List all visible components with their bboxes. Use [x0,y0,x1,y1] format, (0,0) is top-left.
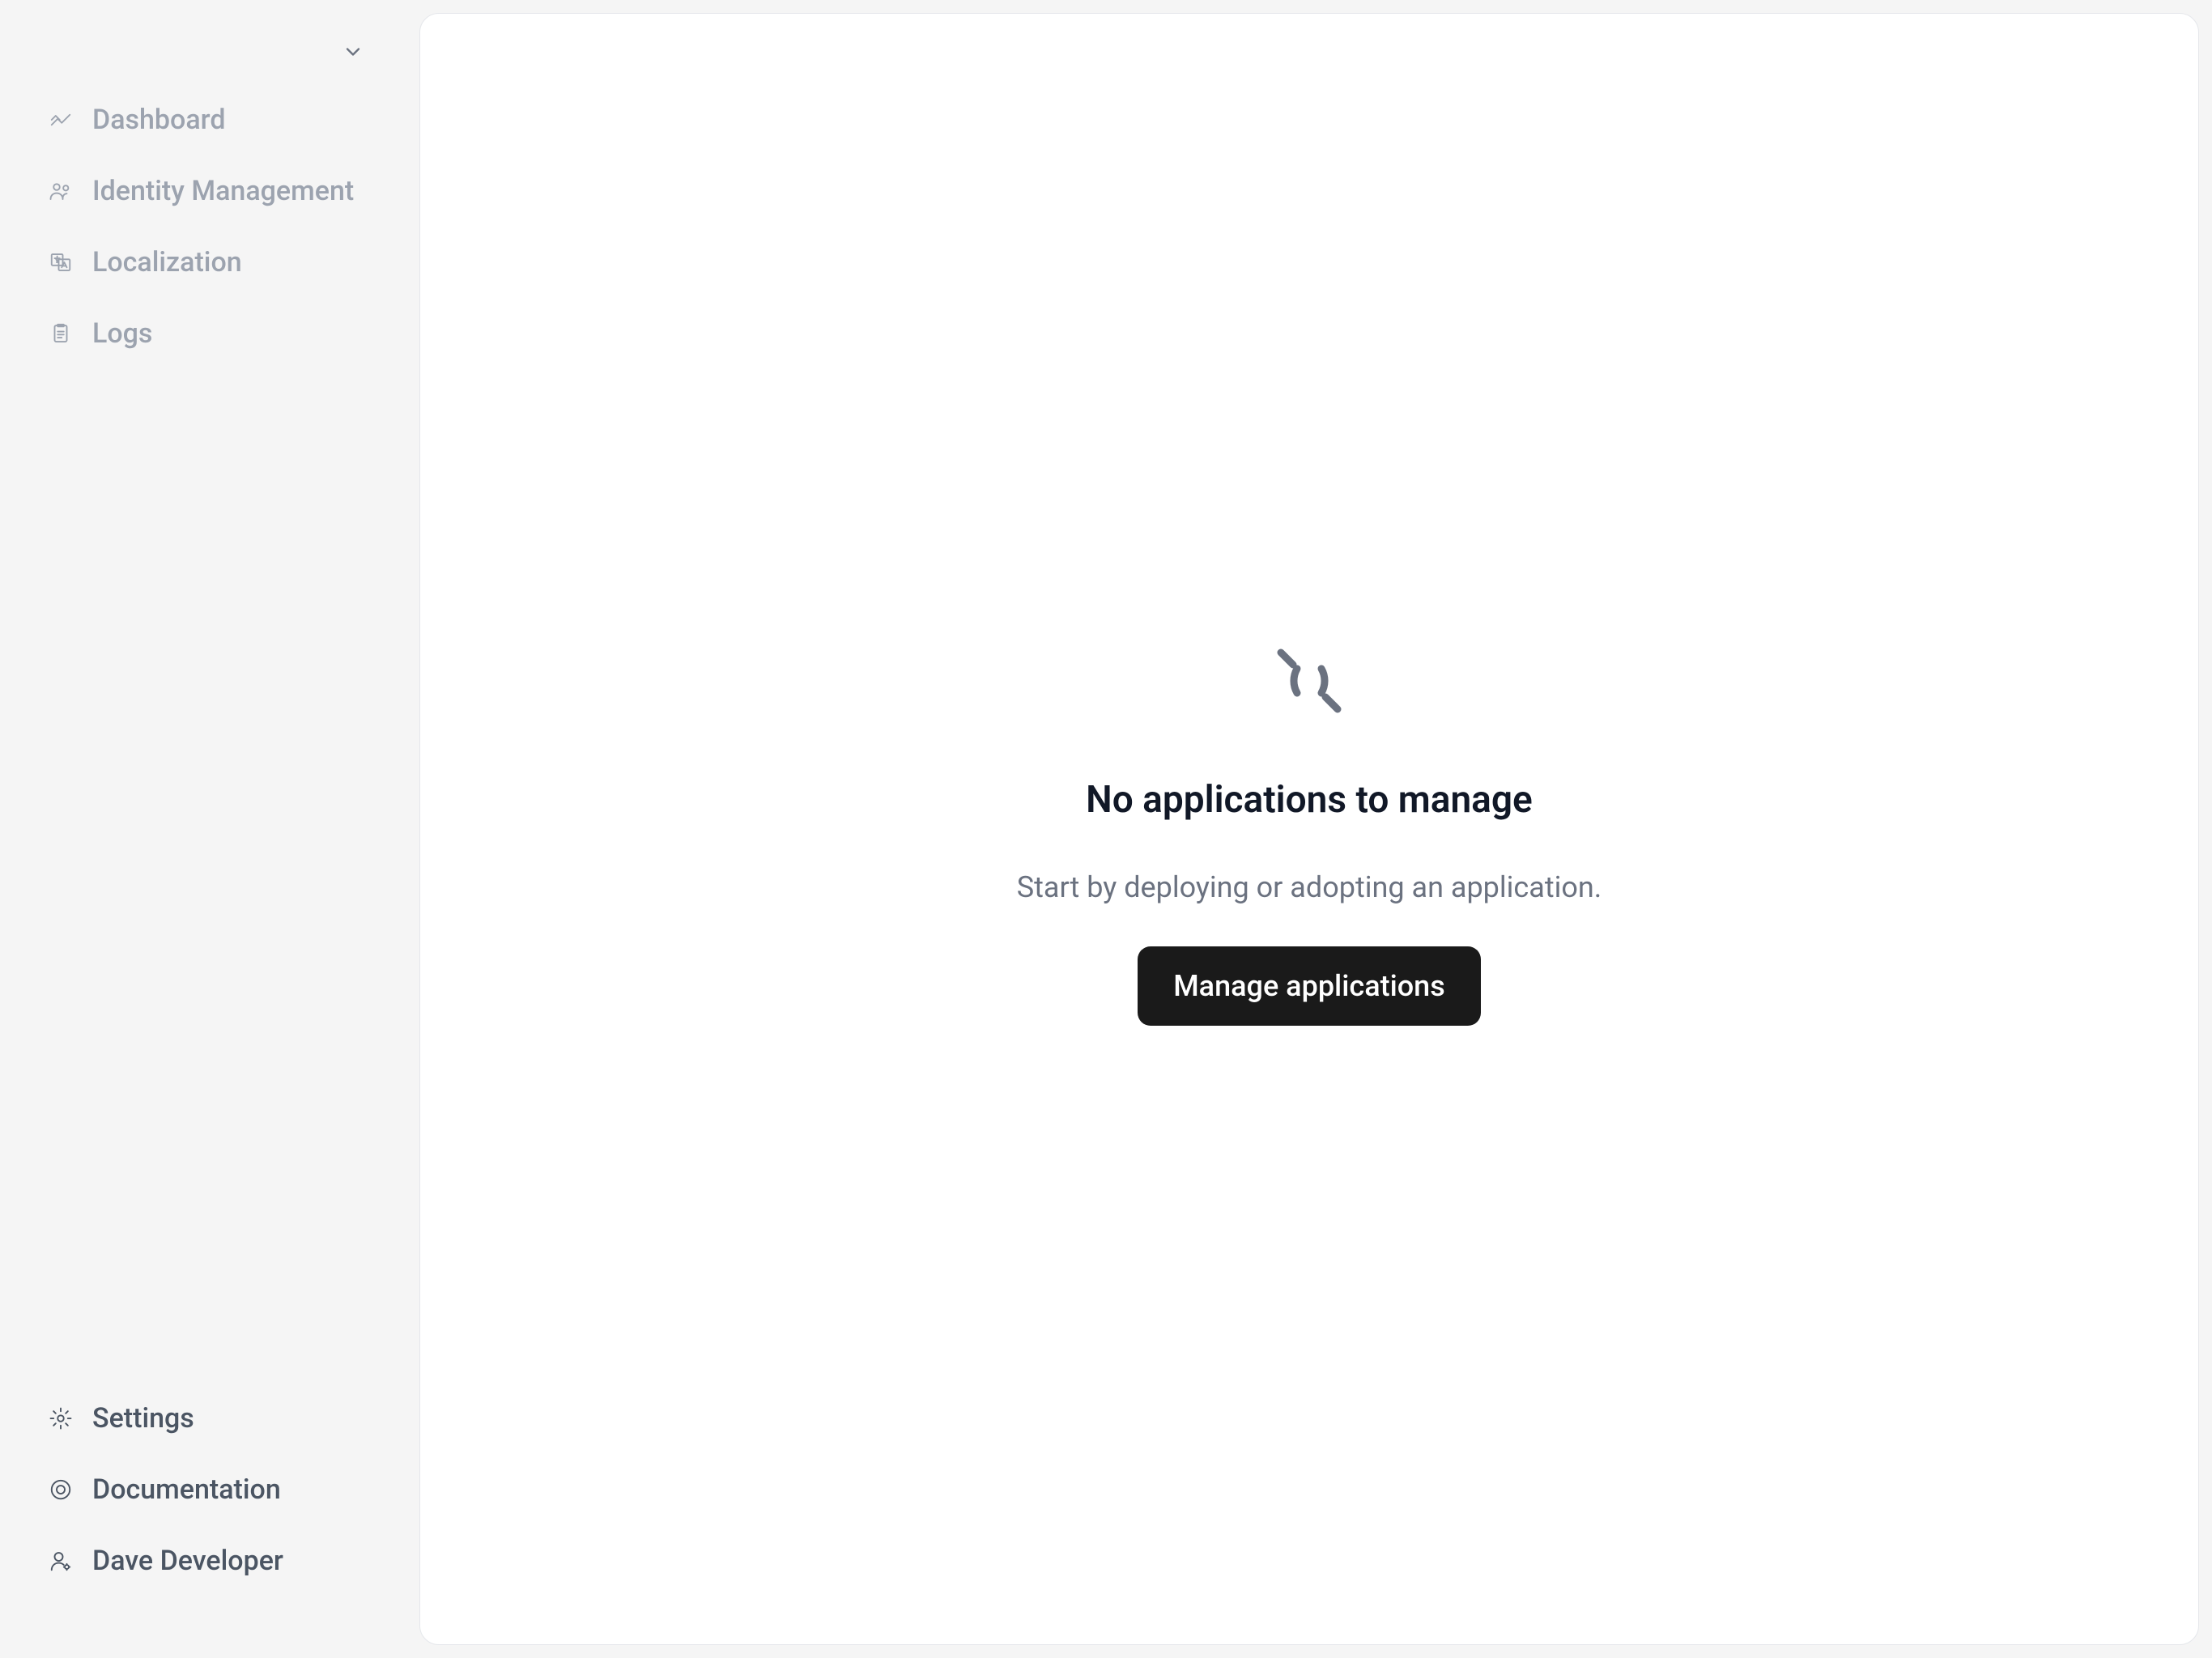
empty-state-subtitle: Start by deploying or adopting an applic… [1017,870,1602,904]
sidebar-footer: Settings Documentation Dave [0,1402,413,1626]
sidebar-item-label: Documentation [92,1473,281,1506]
sidebar-item-dashboard[interactable]: Dashboard [49,104,364,136]
content-card: No applications to manage Start by deplo… [419,13,2199,1645]
documentation-icon [49,1477,73,1502]
identity-icon [49,179,73,203]
broken-link-icon [1261,632,1358,729]
empty-state: No applications to manage Start by deplo… [1017,632,1602,1026]
sidebar-item-user[interactable]: Dave Developer [49,1545,364,1577]
sidebar-item-label: Logs [92,317,152,350]
empty-state-title: No applications to manage [1086,778,1533,822]
sidebar-item-settings[interactable]: Settings [49,1402,364,1435]
dashboard-icon [49,108,73,132]
sidebar-item-documentation[interactable]: Documentation [49,1473,364,1506]
user-icon [49,1549,73,1573]
sidebar-item-label: Settings [92,1402,194,1435]
localization-icon [49,250,73,274]
logs-icon [49,321,73,346]
sidebar-item-label: Localization [92,246,242,278]
manage-applications-button[interactable]: Manage applications [1138,946,1481,1026]
settings-icon [49,1406,73,1431]
sidebar-item-localization[interactable]: Localization [49,246,364,278]
sidebar-header [0,40,413,104]
main-content: No applications to manage Start by deplo… [413,0,2212,1658]
sidebar-item-identity[interactable]: Identity Management [49,175,364,207]
sidebar: Dashboard Identity Management [0,0,413,1658]
sidebar-item-logs[interactable]: Logs [49,317,364,350]
sidebar-nav: Dashboard Identity Management [0,104,413,1402]
chevron-down-icon[interactable] [342,40,364,63]
sidebar-item-label: Dave Developer [92,1545,283,1577]
sidebar-item-label: Dashboard [92,104,226,136]
sidebar-item-label: Identity Management [92,175,354,207]
